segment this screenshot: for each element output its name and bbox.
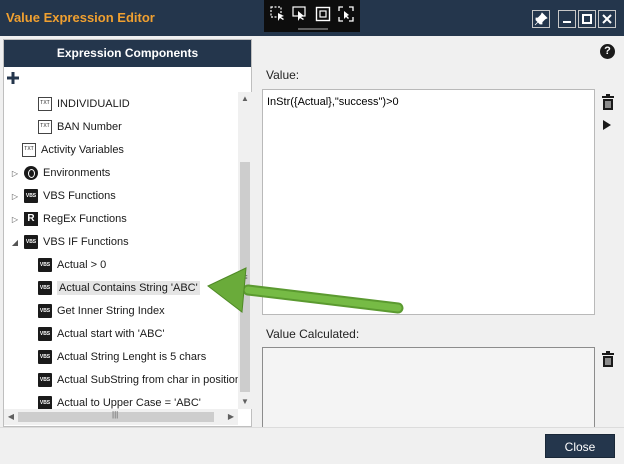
hscroll-grip: ||| bbox=[112, 410, 119, 419]
vbs-icon: VBS bbox=[38, 327, 52, 341]
expand-icon[interactable]: ▷ bbox=[10, 192, 20, 201]
tree-item-label: Actual String Lenght is 5 chars bbox=[57, 351, 207, 363]
environment-icon bbox=[24, 166, 38, 180]
tree-item[interactable]: VBS Actual Contains String 'ABC' bbox=[38, 278, 200, 298]
scroll-right-icon[interactable]: ▶ bbox=[224, 409, 238, 425]
tree-item-label: VBS IF Functions bbox=[43, 236, 129, 248]
tree-item-label: INDIVIDUALID bbox=[57, 98, 130, 110]
minimize-icon bbox=[563, 21, 571, 23]
scroll-down-icon[interactable]: ▼ bbox=[238, 395, 252, 409]
tree-item[interactable]: ▷ R RegEx Functions bbox=[10, 209, 127, 229]
tree-item-label: BAN Number bbox=[57, 121, 122, 133]
tree-item-label: Actual SubString from char in position bbox=[57, 374, 238, 386]
close-button[interactable]: Close bbox=[545, 434, 615, 458]
tree-item[interactable]: TXT Activity Variables bbox=[22, 140, 124, 160]
footer-bar: Close bbox=[0, 427, 624, 464]
capture-icon[interactable] bbox=[338, 6, 354, 22]
pointer-icon[interactable] bbox=[292, 6, 308, 22]
tree-item[interactable]: VBS Actual start with 'ABC' bbox=[38, 324, 165, 344]
expression-components-panel: Expression Components TXT INDIVIDUALID TXT… bbox=[3, 39, 252, 427]
text-field-icon: TXT bbox=[22, 143, 36, 157]
tree-item[interactable]: VBS Actual SubString from char in positio… bbox=[38, 370, 238, 390]
tree-item[interactable]: ◢ VBS VBS IF Functions bbox=[10, 232, 129, 252]
tree-item-label: Actual Contains String 'ABC' bbox=[57, 281, 200, 295]
play-icon[interactable] bbox=[603, 120, 611, 130]
tree-item[interactable]: TXT BAN Number bbox=[38, 117, 122, 137]
value-calculated-label: Value Calculated: bbox=[266, 327, 360, 341]
trash-icon[interactable] bbox=[601, 94, 615, 110]
tree-item-label: Actual > 0 bbox=[57, 259, 107, 271]
tree-item-label: Environments bbox=[43, 167, 111, 179]
window-frame-icon[interactable] bbox=[315, 6, 331, 22]
help-icon[interactable]: ? bbox=[600, 44, 615, 59]
tree-item-label: RegEx Functions bbox=[43, 213, 127, 225]
scroll-up-icon[interactable]: ▲ bbox=[238, 92, 252, 106]
vertical-scrollbar[interactable]: ▲ ≡ ▼ bbox=[238, 92, 252, 409]
tree-item-label: Actual to Upper Case = 'ABC' bbox=[57, 397, 201, 409]
maximize-icon bbox=[582, 14, 592, 24]
vbs-icon: VBS bbox=[38, 373, 52, 387]
vbs-icon: VBS bbox=[38, 281, 52, 295]
scroll-left-icon[interactable]: ◀ bbox=[4, 409, 18, 425]
text-field-icon: TXT bbox=[38, 97, 52, 111]
expand-icon[interactable]: ▷ bbox=[10, 215, 20, 224]
floating-toolbar bbox=[264, 0, 360, 32]
tree-item-label: Actual start with 'ABC' bbox=[57, 328, 165, 340]
collapse-icon[interactable]: ◢ bbox=[10, 238, 20, 247]
pin-icon bbox=[534, 12, 548, 26]
tree-item[interactable]: VBS Actual to Upper Case = 'ABC' bbox=[38, 393, 201, 409]
title-bar: Value Expression Editor bbox=[0, 0, 624, 36]
client-area: Expression Components TXT INDIVIDUALID TXT… bbox=[0, 36, 624, 464]
panel-splitter[interactable] bbox=[252, 36, 260, 427]
pin-button[interactable] bbox=[532, 10, 550, 28]
tree-item[interactable]: VBS Actual > 0 bbox=[38, 255, 106, 275]
vbs-icon: VBS bbox=[38, 350, 52, 364]
vbs-icon: VBS bbox=[24, 189, 38, 203]
minimize-button[interactable] bbox=[558, 10, 576, 28]
tree-item[interactable]: VBS Actual String Lenght is 5 chars bbox=[38, 347, 206, 367]
scroll-grip: ≡ bbox=[242, 272, 248, 282]
window-title: Value Expression Editor bbox=[6, 10, 155, 25]
tree-item[interactable]: ▷ VBS VBS Functions bbox=[10, 186, 116, 206]
vbs-icon: VBS bbox=[38, 396, 52, 409]
toolbar-grip[interactable] bbox=[298, 28, 328, 30]
tree-item[interactable]: ▷ Environments bbox=[10, 163, 110, 183]
add-icon[interactable] bbox=[6, 71, 20, 85]
tree-item[interactable]: VBS Get Inner String Index bbox=[38, 301, 165, 321]
close-window-button[interactable] bbox=[598, 10, 616, 28]
tree-item-label: Activity Variables bbox=[41, 144, 124, 156]
maximize-button[interactable] bbox=[578, 10, 596, 28]
horizontal-scrollbar[interactable]: ◀ ||| ▶ bbox=[4, 409, 238, 425]
tree-item-label: VBS Functions bbox=[43, 190, 116, 202]
vbs-icon: VBS bbox=[38, 304, 52, 318]
tree-item[interactable]: TXT INDIVIDUALID bbox=[38, 94, 130, 114]
panel-header: Expression Components bbox=[4, 40, 251, 67]
value-textarea[interactable]: InStr({Actual},"success")>0 bbox=[262, 89, 595, 315]
calculated-trash-icon[interactable] bbox=[601, 351, 615, 367]
components-tree: TXT INDIVIDUALID TXT BAN Number TXT Activity … bbox=[4, 92, 238, 409]
vbs-icon: VBS bbox=[24, 235, 38, 249]
value-label: Value: bbox=[266, 68, 300, 82]
regex-icon: R bbox=[24, 212, 38, 226]
select-element-icon[interactable] bbox=[270, 6, 286, 22]
expand-icon[interactable]: ▷ bbox=[10, 169, 20, 178]
text-field-icon: TXT bbox=[38, 120, 52, 134]
tree-item-label: Get Inner String Index bbox=[57, 305, 165, 317]
close-icon bbox=[602, 14, 612, 24]
vbs-icon: VBS bbox=[38, 258, 52, 272]
